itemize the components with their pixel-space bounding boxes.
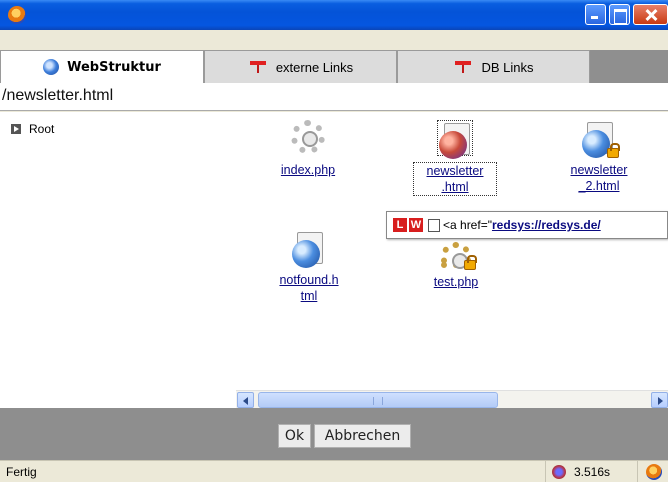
ok-button[interactable]: Ok — [278, 424, 311, 448]
tooltip-link[interactable]: redsys://redsys.de/ — [492, 218, 601, 232]
tab-label: externe Links — [275, 59, 354, 75]
grip-icon — [373, 397, 383, 405]
link-tooltip: L W <a href=" redsys://redsys.de/ — [386, 211, 668, 239]
l-badge-icon[interactable]: L — [393, 218, 407, 232]
tab-label: WebStruktur — [67, 59, 161, 75]
minimize-button[interactable] — [585, 4, 606, 25]
locked-gear-icon — [438, 242, 477, 270]
button-area: Ok Abbrechen — [0, 408, 668, 460]
tree-pane: Root — [0, 112, 236, 408]
link-icon — [248, 61, 268, 73]
globe-document-icon — [291, 230, 327, 268]
title-bar — [0, 0, 668, 30]
file-pane: index.php newsletter .html newsletter _2… — [236, 112, 668, 390]
status-bar: Fertig 3.516s — [0, 460, 668, 482]
file-label-line: tml — [300, 289, 318, 303]
file-label[interactable]: test.php — [416, 274, 496, 290]
timer-text: 3.516s — [574, 465, 611, 479]
gear-icon — [290, 120, 326, 156]
tab-label: DB Links — [481, 59, 534, 75]
file-label-line: newsletter — [426, 164, 484, 178]
file-item[interactable]: test.php — [416, 242, 496, 290]
timer-icon — [552, 465, 566, 479]
file-item[interactable]: notfound.h tml — [266, 230, 352, 304]
status-text: Fertig — [6, 465, 37, 479]
file-label[interactable]: index.php — [268, 162, 348, 178]
firefox-icon[interactable] — [8, 6, 26, 24]
file-item[interactable]: index.php — [268, 120, 348, 178]
file-label-line: notfound.h — [279, 273, 339, 287]
scroll-left-icon[interactable] — [237, 392, 254, 408]
copy-icon[interactable] — [428, 218, 440, 232]
scroll-right-icon[interactable] — [651, 392, 668, 408]
file-label-line: _2.html — [578, 179, 620, 193]
cancel-button[interactable]: Abbrechen — [314, 424, 411, 448]
file-label-line: .html — [441, 180, 469, 194]
maximize-button[interactable] — [609, 4, 630, 25]
lock-icon — [607, 143, 620, 158]
firefox-status-icon[interactable] — [646, 464, 662, 480]
file-item-selected[interactable]: newsletter .html — [410, 120, 500, 196]
locked-globe-document-icon — [581, 120, 620, 158]
tab-webstruktur[interactable]: WebStruktur — [0, 50, 204, 83]
globe-page-icon — [43, 59, 60, 75]
scroll-thumb[interactable] — [258, 392, 498, 408]
horizontal-scrollbar[interactable] — [236, 390, 668, 408]
file-label-line: newsletter — [570, 163, 628, 177]
status-timer: 3.516s — [545, 461, 638, 482]
globe-document-icon — [437, 120, 473, 159]
file-item[interactable]: newsletter _2.html — [554, 120, 644, 194]
file-label[interactable]: notfound.h tml — [266, 272, 352, 304]
file-label[interactable]: newsletter .html — [413, 162, 497, 196]
close-button[interactable] — [633, 4, 668, 25]
path-field[interactable]: /newsletter.html — [0, 83, 668, 111]
tab-externe-links[interactable]: externe Links — [204, 50, 397, 83]
tab-list: WebStruktur externe Links DB Links — [0, 50, 590, 83]
tooltip-prefix: <a href=" — [443, 218, 492, 232]
expand-arrow-icon[interactable] — [11, 124, 21, 134]
w-badge-icon[interactable]: W — [409, 218, 423, 232]
tree-item-label: Root — [29, 122, 55, 136]
lock-icon — [464, 255, 477, 270]
tab-db-links[interactable]: DB Links — [397, 50, 590, 83]
tree-item-root[interactable]: Root — [11, 122, 54, 136]
file-label[interactable]: newsletter _2.html — [554, 162, 644, 194]
link-icon — [453, 61, 473, 73]
